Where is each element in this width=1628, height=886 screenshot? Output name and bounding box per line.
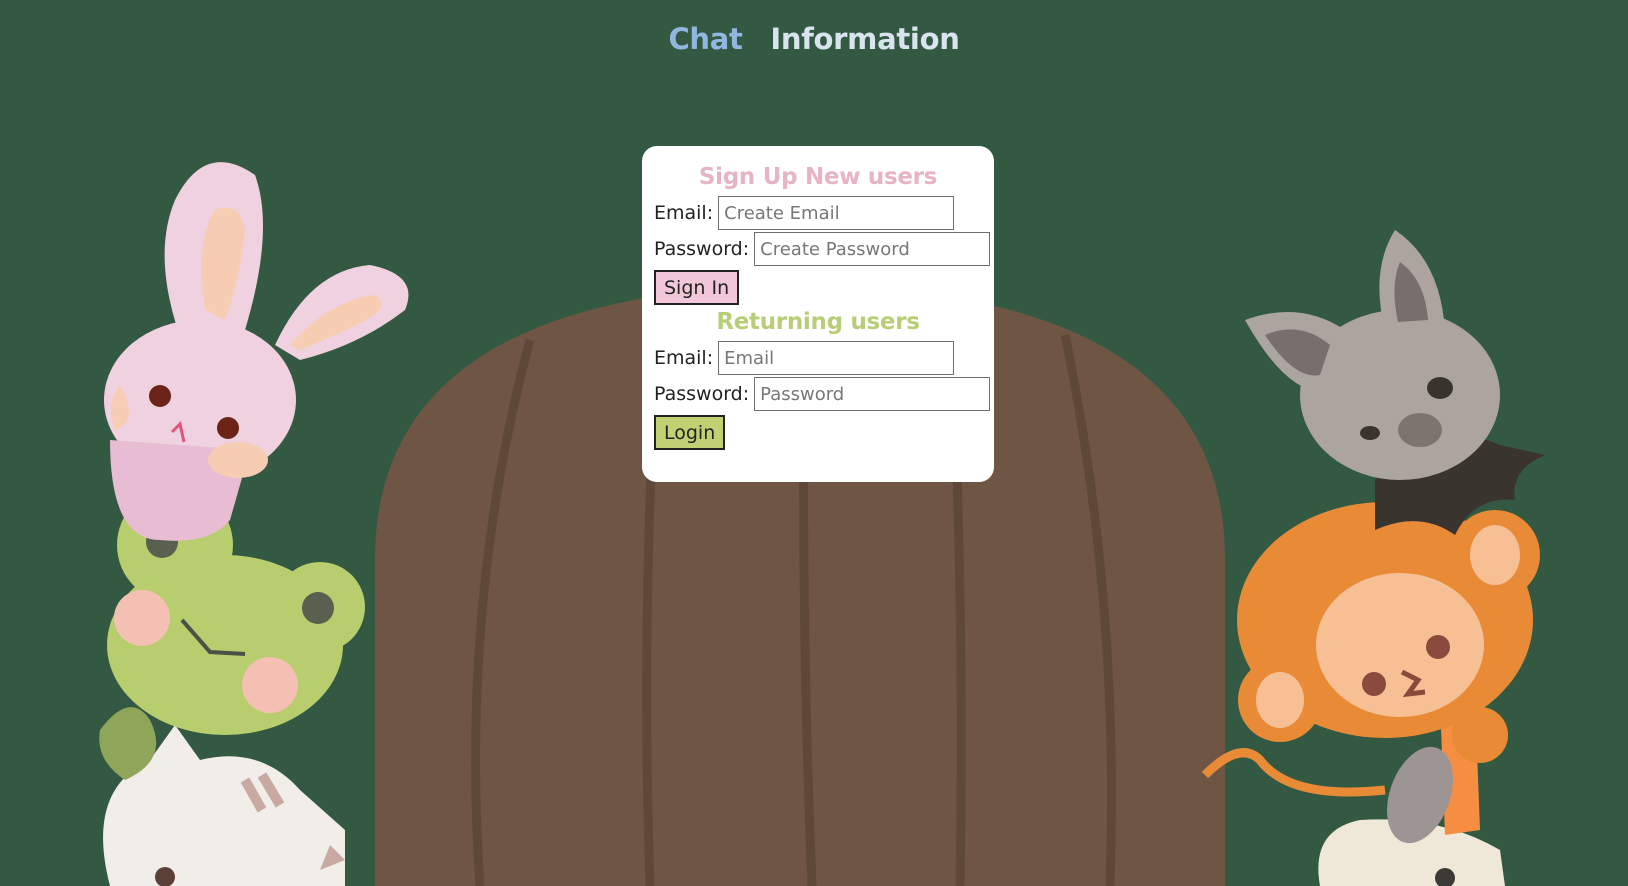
- login-password-input[interactable]: [754, 377, 991, 411]
- top-nav: Chat Information: [0, 22, 1628, 56]
- auth-card: Sign Up New users Email: Password: Sign …: [642, 146, 994, 482]
- bunny-icon: [104, 162, 409, 541]
- login-password-label: Password:: [654, 383, 750, 405]
- signup-password-input[interactable]: [754, 232, 991, 266]
- signup-email-label: Email:: [654, 202, 714, 224]
- monkey-icon: [1201, 502, 1540, 844]
- login-email-input[interactable]: [718, 341, 955, 375]
- bat-icon: [1245, 230, 1545, 535]
- signup-heading: Sign Up New users: [698, 164, 938, 190]
- login-button[interactable]: Login: [654, 415, 726, 450]
- signup-password-label: Password:: [654, 238, 750, 260]
- signup-email-row: Email:: [654, 195, 982, 231]
- sign-in-button[interactable]: Sign In: [654, 270, 740, 305]
- nav-chat-link[interactable]: Chat: [668, 22, 742, 56]
- nav-information-link[interactable]: Information: [770, 22, 959, 56]
- signup-email-input[interactable]: [718, 196, 955, 230]
- signup-password-row: Password:: [654, 231, 991, 267]
- login-email-label: Email:: [654, 347, 714, 369]
- login-password-row: Password:: [654, 376, 991, 412]
- login-heading: Returning users: [716, 309, 920, 335]
- login-email-row: Email:: [654, 340, 982, 376]
